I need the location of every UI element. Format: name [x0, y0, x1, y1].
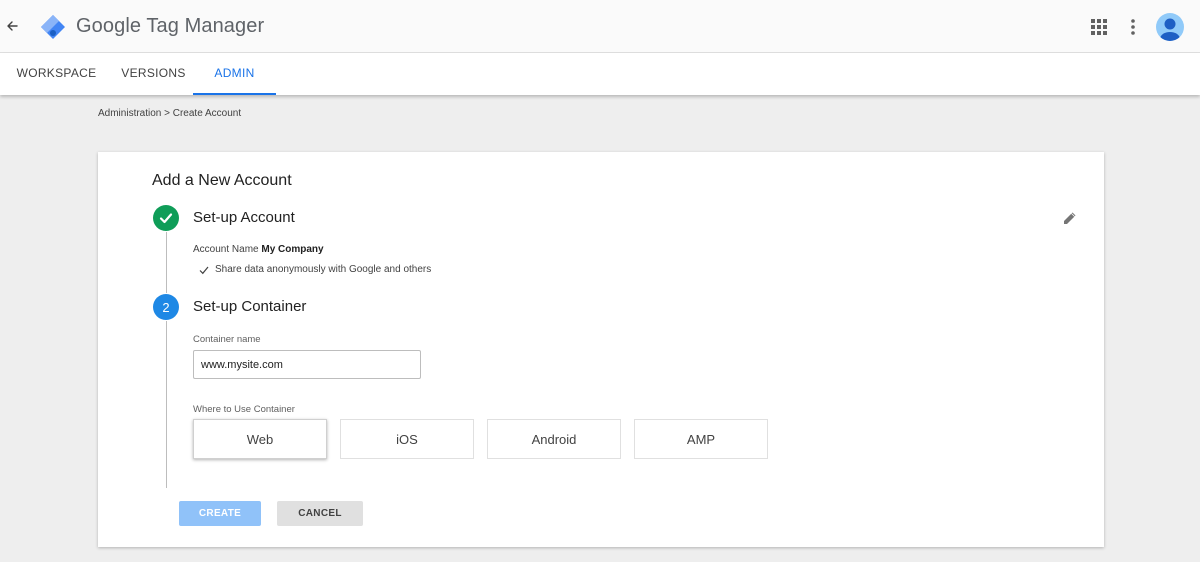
option-ios[interactable]: iOS	[340, 419, 474, 459]
tag-manager-logo-icon	[40, 14, 66, 40]
account-avatar-icon[interactable]	[1156, 13, 1184, 41]
option-amp[interactable]: AMP	[634, 419, 768, 459]
step2-title: Set-up Container	[193, 298, 307, 315]
top-app-bar: Google Tag Manager	[0, 0, 1200, 53]
breadcrumb: Administration > Create Account	[98, 108, 242, 119]
create-account-card: Add a New Account Set-up Account Account…	[98, 152, 1104, 547]
step1-title: Set-up Account	[193, 209, 295, 226]
more-vert-icon[interactable]	[1124, 17, 1142, 37]
container-name-label: Container name	[193, 334, 261, 345]
arrow-left-icon[interactable]	[3, 17, 21, 35]
check-circle-icon	[153, 205, 179, 231]
where-to-use-label: Where to Use Container	[193, 404, 295, 415]
tab-workspace[interactable]: WORKSPACE	[10, 53, 103, 95]
step-connector	[166, 232, 167, 293]
account-name-summary: Account Name My Company	[193, 244, 324, 255]
checkmark-icon	[199, 266, 209, 274]
edit-pencil-icon[interactable]	[1063, 211, 1077, 225]
container-name-input[interactable]	[193, 350, 421, 379]
apps-grid-icon[interactable]	[1090, 18, 1108, 36]
page-title: Add a New Account	[152, 172, 292, 189]
tab-admin[interactable]: ADMIN	[193, 53, 276, 95]
create-button[interactable]: CREATE	[179, 501, 261, 526]
tab-bar: WORKSPACE VERSIONS ADMIN	[0, 53, 1200, 95]
option-web[interactable]: Web	[193, 419, 327, 459]
step-connector	[166, 321, 167, 488]
account-name-label: Account Name	[193, 244, 259, 255]
step2-number-badge: 2	[153, 294, 179, 320]
option-android[interactable]: Android	[487, 419, 621, 459]
tab-versions[interactable]: VERSIONS	[110, 53, 197, 95]
product-name: Google Tag Manager	[76, 15, 265, 37]
account-name-value: My Company	[261, 244, 324, 255]
cancel-button[interactable]: CANCEL	[277, 501, 363, 526]
share-data-text: Share data anonymously with Google and o…	[215, 264, 432, 275]
share-data-summary: Share data anonymously with Google and o…	[199, 264, 431, 275]
